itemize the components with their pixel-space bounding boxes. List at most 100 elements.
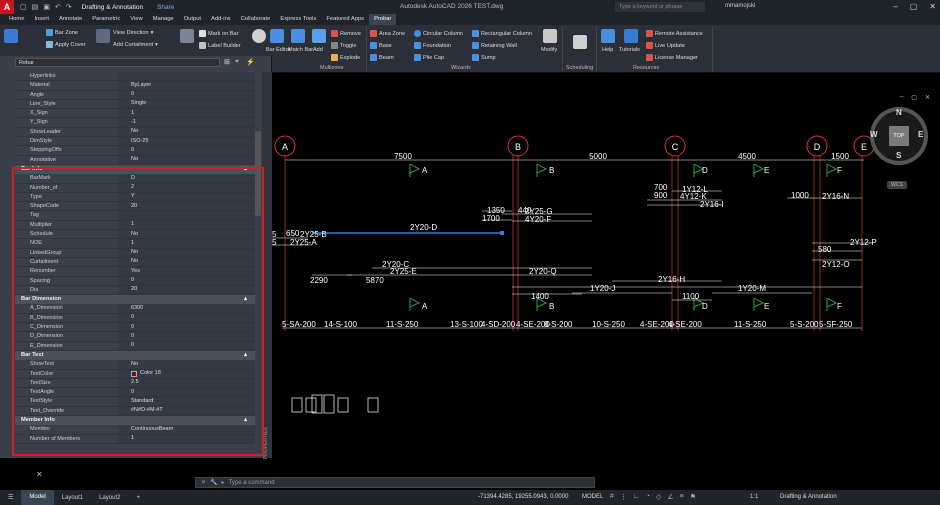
- share-button[interactable]: Share: [157, 4, 174, 11]
- compass-east[interactable]: E: [918, 130, 923, 139]
- circular-column-button[interactable]: Circular Column: [414, 30, 463, 37]
- property-value[interactable]: Single: [118, 99, 255, 109]
- toggle-pickadd-icon[interactable]: ⊞: [224, 58, 232, 66]
- close-icon[interactable]: ✕: [929, 2, 936, 11]
- label-builder-button[interactable]: Label Builder: [199, 42, 241, 49]
- tab-add-ins[interactable]: Add-ins: [206, 14, 236, 25]
- redo-icon[interactable]: ↷: [66, 3, 72, 11]
- viewport-restore-icon[interactable]: ▢: [911, 94, 917, 101]
- minimize-icon[interactable]: –: [893, 2, 897, 11]
- property-row[interactable]: ShowLeader No: [15, 127, 255, 138]
- undo-icon[interactable]: ↶: [55, 3, 61, 11]
- sump-button[interactable]: Sump: [472, 54, 496, 61]
- close-command-icon[interactable]: ✕: [201, 479, 206, 486]
- viewcube-top-face[interactable]: TOP: [889, 126, 909, 146]
- match-bar-icon[interactable]: [291, 29, 305, 43]
- viewcube[interactable]: TOP N S E W: [870, 107, 928, 165]
- viewport-close-icon[interactable]: ✕: [925, 94, 930, 101]
- command-input[interactable]: Type a command: [229, 480, 275, 486]
- snap-icon[interactable]: ⋮: [620, 493, 627, 501]
- remote-assistance-button[interactable]: Remote Assistance: [646, 30, 703, 37]
- bar-zone-button[interactable]: Bar Zone: [46, 29, 78, 36]
- property-value[interactable]: No: [118, 127, 255, 137]
- add-layout-icon[interactable]: +: [128, 495, 148, 501]
- object-type-select[interactable]: Rebar: [15, 58, 220, 67]
- property-value[interactable]: ISO-25: [118, 137, 255, 146]
- property-value[interactable]: No: [118, 155, 255, 164]
- modify-wrench-icon[interactable]: [543, 29, 557, 43]
- tab-model[interactable]: Model: [21, 490, 54, 505]
- tab-layout2[interactable]: Layout2: [91, 495, 128, 501]
- tab-insert[interactable]: Insert: [29, 14, 54, 25]
- tab-parametric[interactable]: Parametric: [87, 14, 125, 25]
- base-button[interactable]: Base: [370, 42, 392, 49]
- grid-icon[interactable]: #: [610, 493, 614, 501]
- lineweight-icon[interactable]: ≡: [680, 493, 684, 501]
- tab-manage[interactable]: Manage: [148, 14, 179, 25]
- drawing-svg[interactable]: A B C D E 7500 5000 4500 1500 A B D E F …: [272, 73, 940, 477]
- layout-menu-icon[interactable]: ☰: [0, 494, 21, 501]
- annotation-visibility-icon[interactable]: ⚑: [690, 493, 696, 501]
- osnap-icon[interactable]: ◇: [656, 493, 661, 501]
- autocad-logo[interactable]: A: [0, 0, 14, 14]
- property-value[interactable]: [118, 72, 255, 81]
- maximize-icon[interactable]: ▢: [910, 2, 918, 11]
- retaining-wall-button[interactable]: Retaining Wall: [472, 42, 517, 49]
- compass-west[interactable]: W: [870, 130, 878, 139]
- property-value[interactable]: 1: [118, 109, 255, 118]
- compass-south[interactable]: S: [896, 151, 901, 160]
- model-space-toggle[interactable]: MODEL: [582, 494, 603, 500]
- save-icon[interactable]: ▣: [43, 3, 50, 11]
- command-line[interactable]: ✕ 🔧 ▸ Type a command: [195, 477, 595, 488]
- property-row[interactable]: Angle 0: [15, 90, 255, 100]
- palette-close-icon[interactable]: ✕: [36, 470, 43, 479]
- polar-icon[interactable]: ◔: [646, 493, 650, 501]
- remove-button[interactable]: Remove: [331, 30, 361, 37]
- view-direction-button[interactable]: View Direction ▾: [113, 30, 153, 36]
- tab-featured-apps[interactable]: Featured Apps: [321, 14, 369, 25]
- new-icon[interactable]: ▢: [20, 3, 27, 11]
- tab-layout1[interactable]: Layout1: [54, 495, 91, 501]
- schedule-table-icon[interactable]: [573, 35, 587, 49]
- otrack-icon[interactable]: ∠: [667, 493, 673, 501]
- property-row[interactable]: DimStyle ISO-25: [15, 137, 255, 147]
- tab-view[interactable]: View: [125, 14, 147, 25]
- bar-shapes-icon[interactable]: [96, 29, 110, 43]
- drawing-canvas[interactable]: A B C D E 7500 5000 4500 1500 A B D E F …: [272, 73, 940, 477]
- wcs-menu[interactable]: WCS: [887, 181, 907, 189]
- tab-express-tools[interactable]: Express Tools: [275, 14, 321, 25]
- add-curtailment-button[interactable]: Add Curtailment ▾: [113, 42, 158, 48]
- property-row[interactable]: Y_Sign -1: [15, 118, 255, 128]
- property-row[interactable]: Hyperlinks: [15, 72, 255, 82]
- add-icon[interactable]: [312, 29, 326, 43]
- tab-probar[interactable]: Probar: [369, 14, 397, 25]
- compass-north[interactable]: N: [896, 108, 902, 117]
- tab-collaborate[interactable]: Collaborate: [236, 14, 276, 25]
- license-manager-button[interactable]: License Manager: [646, 54, 698, 61]
- property-row[interactable]: Material ByLayer: [15, 81, 255, 91]
- mark-on-bar-button[interactable]: Mark on Bar: [199, 30, 238, 37]
- explode-button[interactable]: Explode: [331, 54, 360, 61]
- tab-output[interactable]: Output: [179, 14, 206, 25]
- ortho-icon[interactable]: ∟: [633, 493, 640, 501]
- area-zone-button[interactable]: Area Zone: [370, 30, 405, 37]
- label-icon[interactable]: [180, 29, 194, 43]
- foundation-button[interactable]: Foundation: [414, 42, 451, 49]
- property-row[interactable]: SteppingOffs 0: [15, 146, 255, 156]
- pile-cap-button[interactable]: Pile Cap: [414, 54, 444, 61]
- property-value[interactable]: -1: [118, 118, 255, 127]
- select-objects-icon[interactable]: ⌖: [235, 58, 243, 66]
- status-workspace[interactable]: Drafting & Annotation: [780, 494, 837, 500]
- search-input[interactable]: Type a keyword or phrase: [615, 2, 705, 12]
- user-account[interactable]: mmamojski: [725, 3, 755, 9]
- property-row[interactable]: X_Sign 1: [15, 109, 255, 119]
- beam-button[interactable]: Beam: [370, 54, 394, 61]
- quick-select-icon[interactable]: ⚡: [246, 58, 255, 66]
- customize-icon[interactable]: 🔧: [210, 479, 217, 486]
- rectangular-column-button[interactable]: Rectangular Column: [472, 30, 532, 37]
- tab-home[interactable]: Home: [4, 14, 29, 25]
- property-row[interactable]: Line_Style Single: [15, 99, 255, 110]
- annotation-scale[interactable]: 1:1: [750, 494, 758, 500]
- property-value[interactable]: 0: [118, 146, 255, 155]
- property-row[interactable]: Annotative No: [15, 155, 255, 165]
